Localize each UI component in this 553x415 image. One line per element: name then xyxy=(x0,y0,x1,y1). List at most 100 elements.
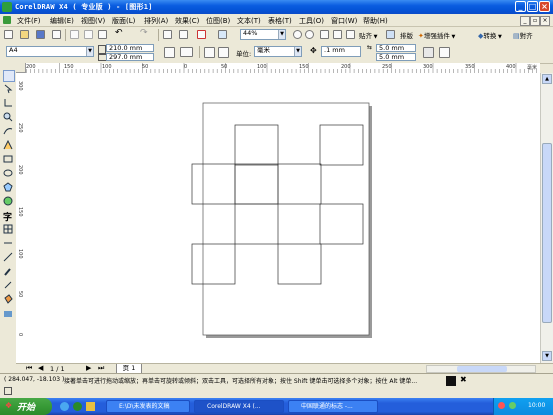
smart-fill-tool-icon[interactable] xyxy=(3,139,13,150)
duplicate-x-field[interactable]: 5.0 mm xyxy=(376,44,416,52)
last-page-icon[interactable]: ⏭ xyxy=(98,364,104,373)
previous-page-icon[interactable]: ◀ xyxy=(38,364,43,372)
scroll-up-icon[interactable]: ▲ xyxy=(542,74,552,84)
menu-edit[interactable]: 编辑(E) xyxy=(50,16,74,26)
pick-tool-icon[interactable] xyxy=(3,70,15,82)
undo-icon[interactable]: ↶ xyxy=(115,28,123,38)
outline-pen-tool-icon[interactable] xyxy=(3,280,13,290)
application-launcher-icon[interactable] xyxy=(197,30,206,39)
drawing-canvas[interactable] xyxy=(26,73,540,363)
page-options-icon[interactable] xyxy=(439,47,450,58)
polygon-tool-icon[interactable] xyxy=(3,182,13,192)
cut-icon[interactable] xyxy=(70,30,79,39)
ellipse-tool-icon[interactable] xyxy=(3,168,13,178)
menu-file[interactable]: 文件(F) xyxy=(17,16,41,26)
current-page-icon[interactable] xyxy=(218,47,229,58)
h-scroll-thumb[interactable] xyxy=(457,366,507,372)
corel-online-icon[interactable] xyxy=(218,30,227,39)
scroll-thumb[interactable] xyxy=(542,143,552,323)
task-explorer-folder[interactable]: E:\D\未发表的文稿 xyxy=(106,400,190,413)
align-button[interactable]: ▤對齐 xyxy=(513,30,533,40)
zoom-all-icon[interactable] xyxy=(333,30,342,39)
task-coreldraw[interactable]: CorelDRAW X4 (... xyxy=(194,400,284,413)
shape-tool-icon[interactable] xyxy=(3,84,13,94)
crop-tool-icon[interactable] xyxy=(3,98,13,108)
document-icon[interactable] xyxy=(3,16,11,24)
text-tool-icon[interactable]: 字 xyxy=(3,210,13,223)
duplicate-y-field[interactable]: 5.0 mm xyxy=(376,53,416,61)
menu-layout[interactable]: 版面(L) xyxy=(112,16,135,26)
minimize-icon[interactable]: _ xyxy=(515,1,526,12)
tray-app-icon[interactable] xyxy=(498,402,505,409)
menu-tools[interactable]: 工具(O) xyxy=(299,16,324,26)
next-page-icon[interactable]: ▶ xyxy=(86,364,91,372)
portrait-icon[interactable] xyxy=(164,47,175,58)
outline-swatch-icon[interactable]: ✖ xyxy=(460,375,467,384)
all-pages-icon[interactable] xyxy=(204,47,215,58)
maximize-icon[interactable]: □ xyxy=(527,1,538,12)
paper-size-select[interactable]: A4 ▼ xyxy=(6,46,94,57)
doc-close-icon[interactable]: × xyxy=(540,16,550,26)
task-unicom-logo[interactable]: 中国联通的标志 -... xyxy=(288,400,378,413)
zoom-selected-icon[interactable] xyxy=(320,30,329,39)
zoom-tool-icon[interactable] xyxy=(3,112,13,122)
chevron-down-icon[interactable]: ▼ xyxy=(86,47,93,56)
menu-help[interactable]: 帮助(H) xyxy=(363,16,388,26)
snap-to-button[interactable]: 贴齐 ▼ xyxy=(359,30,377,40)
arrange-plugin-button[interactable]: 排版 xyxy=(400,30,413,40)
doc-minimize-icon[interactable]: _ xyxy=(520,16,530,26)
convert-button[interactable]: ◆转换 ▼ xyxy=(478,30,502,40)
zoom-level-select[interactable]: 44% ▼ xyxy=(240,29,286,40)
rectangle-tool-icon[interactable] xyxy=(3,154,13,164)
options-icon[interactable] xyxy=(386,30,395,39)
landscape-icon[interactable] xyxy=(180,47,193,57)
menu-view[interactable]: 视图(V) xyxy=(81,16,105,26)
fill-tool-icon[interactable] xyxy=(3,294,13,304)
start-button[interactable]: ❖ 开始 xyxy=(0,398,52,415)
scroll-down-icon[interactable]: ▼ xyxy=(542,351,552,361)
basic-shapes-tool-icon[interactable] xyxy=(3,196,13,206)
freehand-tool-icon[interactable] xyxy=(3,126,13,136)
close-icon[interactable]: × xyxy=(539,1,550,12)
redo-icon[interactable]: ↷ xyxy=(140,28,148,38)
zoom-in-icon[interactable] xyxy=(293,30,302,39)
desktop-icon[interactable] xyxy=(86,402,95,411)
quick-launch-icon[interactable] xyxy=(73,402,82,411)
nudge-offset-field[interactable]: .1 mm xyxy=(321,46,361,57)
zoom-out-icon[interactable] xyxy=(305,30,314,39)
zoom-page-icon[interactable] xyxy=(346,30,355,39)
dimension-tool-icon[interactable] xyxy=(3,238,13,248)
copy-icon[interactable] xyxy=(84,30,93,39)
doc-restore-icon[interactable]: ▫ xyxy=(530,16,540,26)
interactive-blend-tool-icon[interactable] xyxy=(3,252,13,262)
page-width-field[interactable]: 210.0 mm xyxy=(106,44,154,52)
units-select[interactable]: 毫米 ▼ xyxy=(254,46,302,57)
new-document-icon[interactable] xyxy=(4,30,13,39)
menu-bitmaps[interactable]: 位图(B) xyxy=(206,16,230,26)
coreldraw-app-icon[interactable] xyxy=(2,2,12,12)
ie-icon[interactable] xyxy=(60,402,69,411)
import-icon[interactable] xyxy=(163,30,172,39)
menu-effects[interactable]: 效果(C) xyxy=(175,16,199,26)
open-folder-icon[interactable] xyxy=(20,30,29,39)
menu-table[interactable]: 表格(T) xyxy=(268,16,292,26)
chevron-down-icon[interactable]: ▼ xyxy=(278,30,285,39)
first-page-icon[interactable]: ⏮ xyxy=(26,364,32,373)
paste-icon[interactable] xyxy=(98,30,107,39)
export-icon[interactable] xyxy=(179,30,188,39)
fill-swatch-icon[interactable] xyxy=(446,376,456,386)
interactive-fill-tool-icon[interactable] xyxy=(3,308,13,318)
menu-text[interactable]: 文本(T) xyxy=(237,16,261,26)
chevron-down-icon[interactable]: ▼ xyxy=(294,47,301,56)
ruler-origin-icon[interactable] xyxy=(16,63,26,73)
print-icon[interactable] xyxy=(52,30,61,39)
eyedropper-tool-icon[interactable] xyxy=(3,266,13,276)
page-height-field[interactable]: 297.0 mm xyxy=(106,53,154,61)
enhance-plugin-button[interactable]: ✦增强插件 ▼ xyxy=(418,30,455,40)
menu-window[interactable]: 窗口(W) xyxy=(331,16,357,26)
save-icon[interactable] xyxy=(36,30,45,39)
horizontal-scrollbar[interactable] xyxy=(426,365,536,373)
treat-as-filled-icon[interactable] xyxy=(423,47,434,58)
menu-arrange[interactable]: 排列(A) xyxy=(144,16,168,26)
tray-network-icon[interactable] xyxy=(509,402,516,409)
